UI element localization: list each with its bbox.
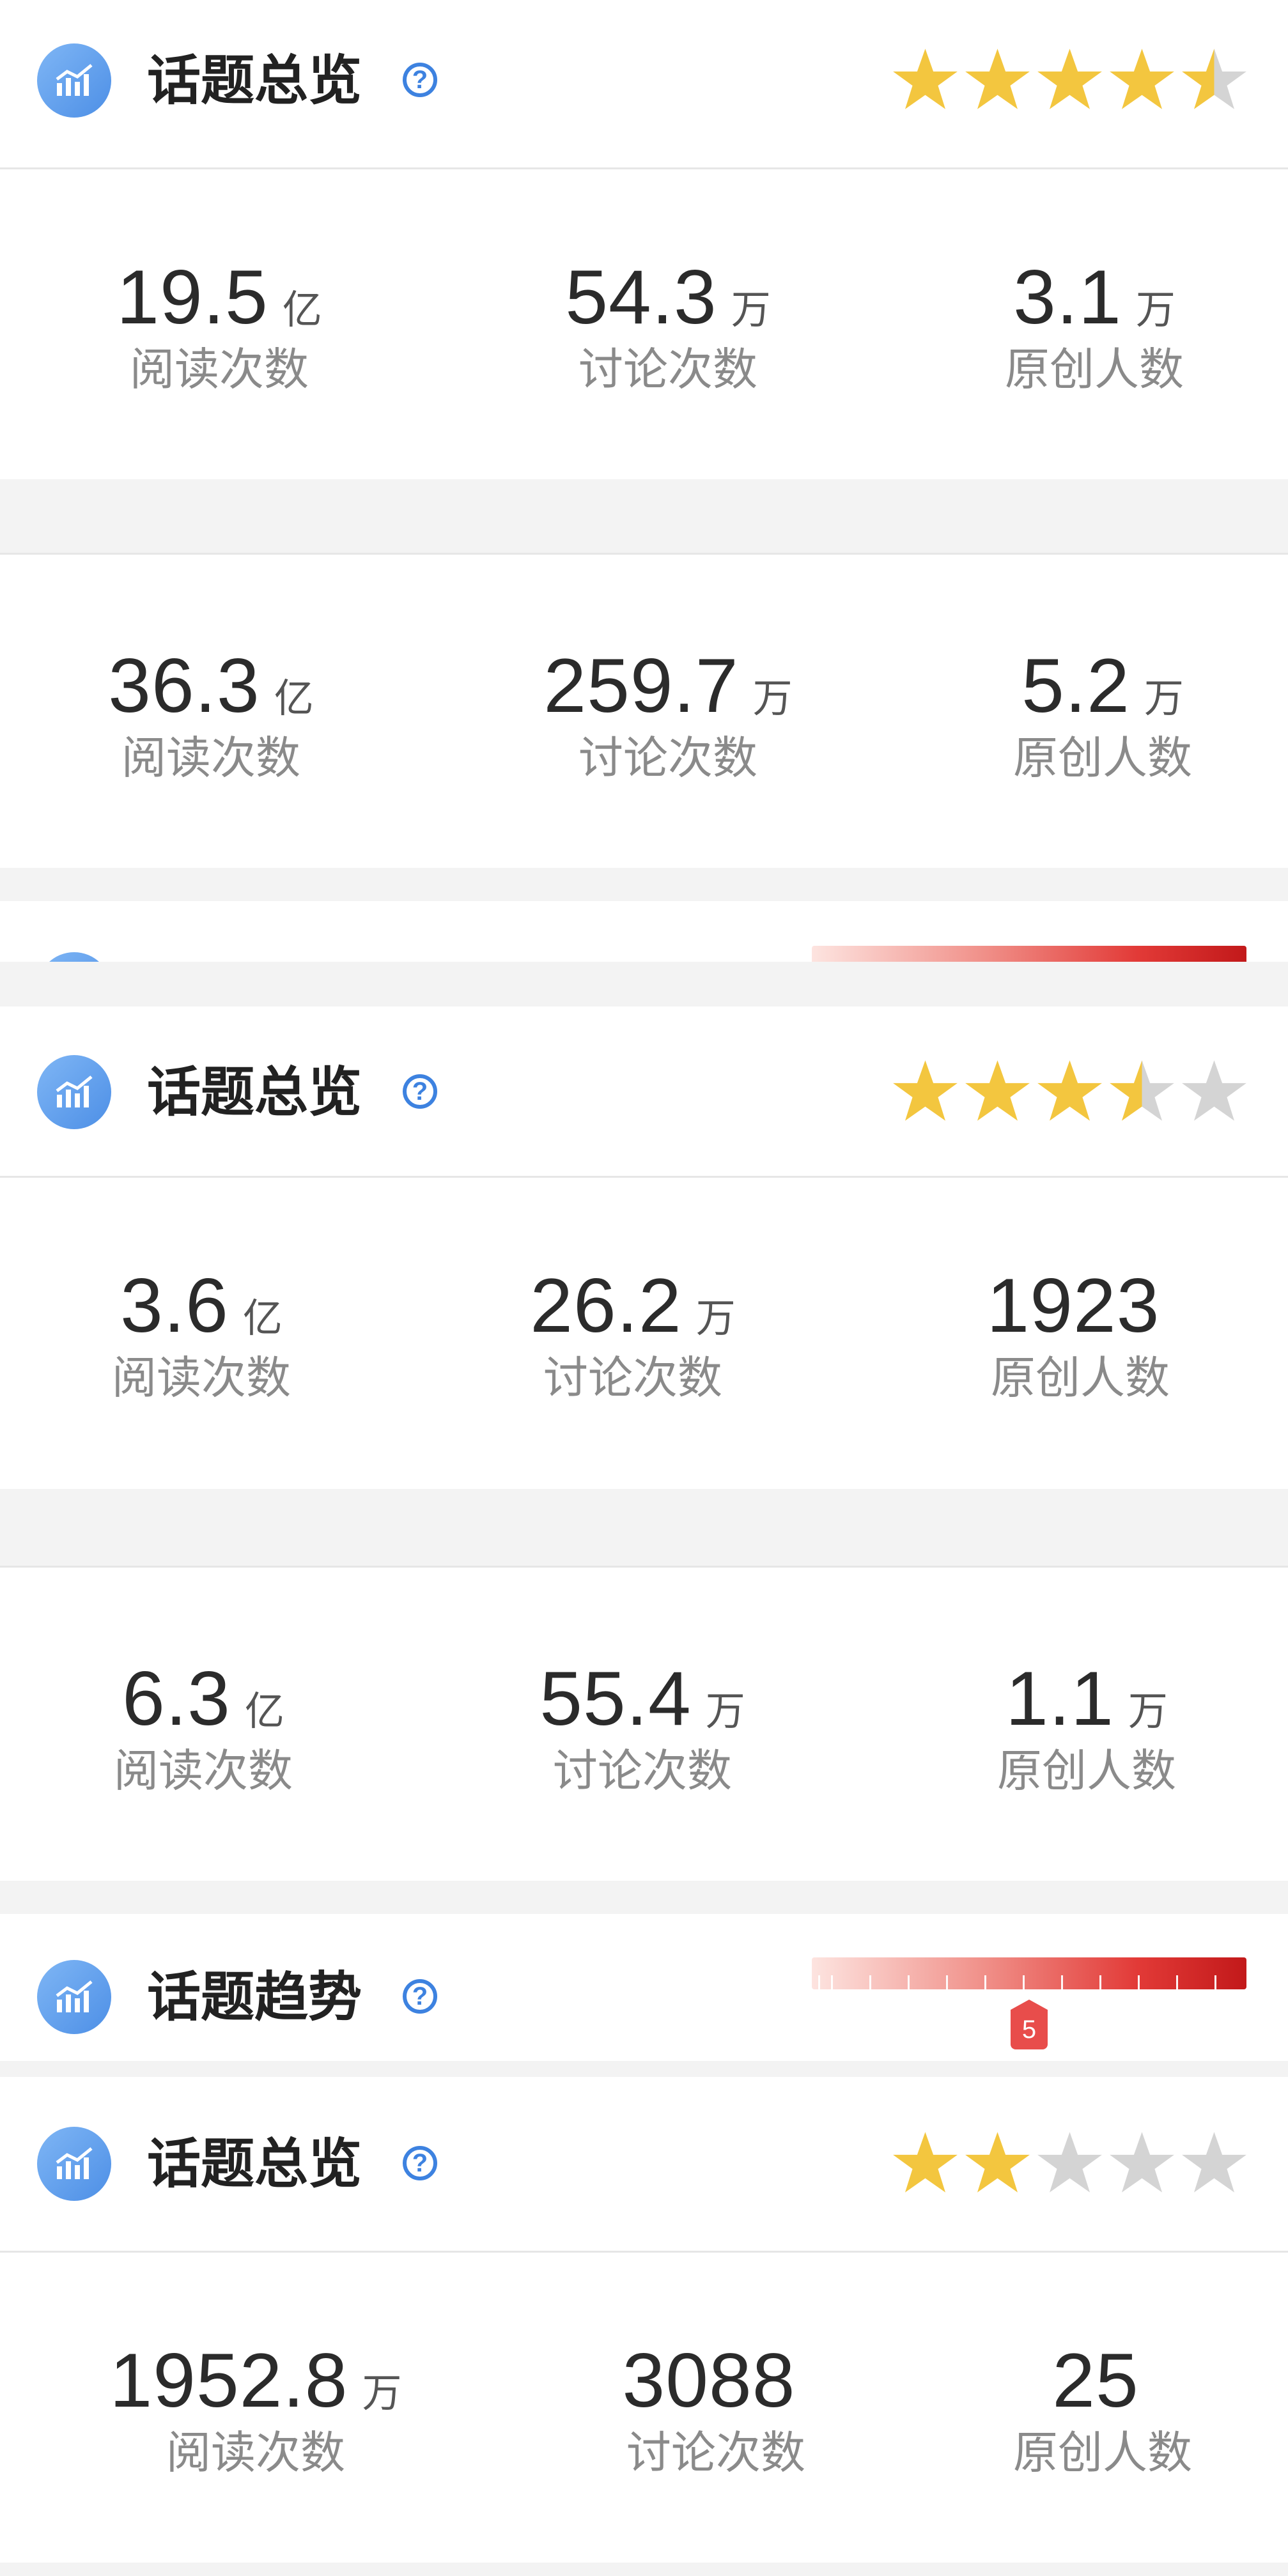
stat-reads: 6.3 亿 阅读次数 [114, 1656, 293, 1796]
stat-creators: 3.1 万 原创人数 [1005, 254, 1184, 394]
star-icon [964, 2129, 1031, 2196]
overview-header-3: 话题总览 ? [0, 2077, 1288, 2251]
stat-creators: 5.2 万 原创人数 [1013, 643, 1192, 783]
heat-scale-bar [812, 1957, 1246, 1989]
star-icon [964, 46, 1031, 113]
trend-header-clipped [0, 901, 1288, 962]
help-icon[interactable]: ? [403, 2146, 437, 2180]
star-icon [1036, 46, 1103, 113]
star-icon [1181, 46, 1248, 113]
trend-chart-icon [37, 952, 111, 962]
help-icon[interactable]: ? [403, 63, 437, 97]
section-title: 话题总览 [147, 1062, 362, 1122]
help-icon[interactable]: ? [403, 1979, 437, 2014]
star-icon [1036, 1058, 1103, 1125]
rating-stars [892, 2129, 1248, 2196]
rating-stars [892, 46, 1248, 113]
trend-chart-icon [37, 1960, 111, 2034]
star-icon [1181, 1058, 1248, 1125]
stats-card-2: 36.3 亿 阅读次数 259.7 万 讨论次数 5.2 万 原创人数 [0, 553, 1288, 868]
trend-chart-icon [37, 2127, 111, 2201]
stats-card-5: 1952.8 万 阅读次数 3088 讨论次数 25 原创人数 [0, 2253, 1288, 2563]
stat-discussions: 259.7 万 讨论次数 [543, 643, 793, 783]
stat-discussions: 55.4 万 讨论次数 [539, 1656, 745, 1796]
stat-creators: 1.1 万 原创人数 [997, 1656, 1176, 1796]
stat-creators: 1923 原创人数 [986, 1263, 1170, 1403]
section-title: 话题总览 [147, 2134, 362, 2194]
stat-reads: 36.3 亿 阅读次数 [108, 643, 314, 783]
star-icon [1181, 2129, 1248, 2196]
stat-reads: 3.6 亿 阅读次数 [112, 1263, 291, 1403]
stat-discussions: 26.2 万 讨论次数 [530, 1263, 736, 1403]
section-title: 话题总览 [147, 50, 362, 111]
stat-discussions: 54.3 万 讨论次数 [565, 254, 771, 394]
star-icon [1108, 1058, 1175, 1125]
star-icon [1108, 46, 1175, 113]
trend-header: 话题趋势 ? 5 [0, 1914, 1288, 2061]
heat-scale-bar [812, 946, 1246, 962]
help-icon[interactable]: ? [403, 1074, 437, 1109]
star-icon [1036, 2129, 1103, 2196]
star-icon [892, 2129, 959, 2196]
stats-card-1: 19.5 亿 阅读次数 54.3 万 讨论次数 3.1 万 原创人数 [0, 169, 1288, 479]
section-title: 话题趋势 [147, 1967, 362, 2027]
stats-card-3: 3.6 亿 阅读次数 26.2 万 讨论次数 1923 原创人数 [0, 1178, 1288, 1489]
stat-reads: 1952.8 万 阅读次数 [109, 2338, 402, 2478]
overview-header-2: 话题总览 ? [0, 1006, 1288, 1176]
heat-level-marker: 5 [1011, 2000, 1048, 2049]
rating-stars [892, 1058, 1248, 1125]
overview-header-1: 话题总览 ? [0, 0, 1288, 167]
star-icon [892, 46, 959, 113]
star-icon [964, 1058, 1031, 1125]
stat-discussions: 3088 讨论次数 [622, 2338, 805, 2478]
stats-card-4: 6.3 亿 阅读次数 55.4 万 讨论次数 1.1 万 原创人数 [0, 1566, 1288, 1881]
star-icon [892, 1058, 959, 1125]
trend-chart-icon [37, 1055, 111, 1129]
trend-chart-icon [37, 43, 111, 118]
star-icon [1108, 2129, 1175, 2196]
stat-creators: 25 原创人数 [1013, 2338, 1192, 2478]
stat-reads: 19.5 亿 阅读次数 [116, 254, 322, 394]
